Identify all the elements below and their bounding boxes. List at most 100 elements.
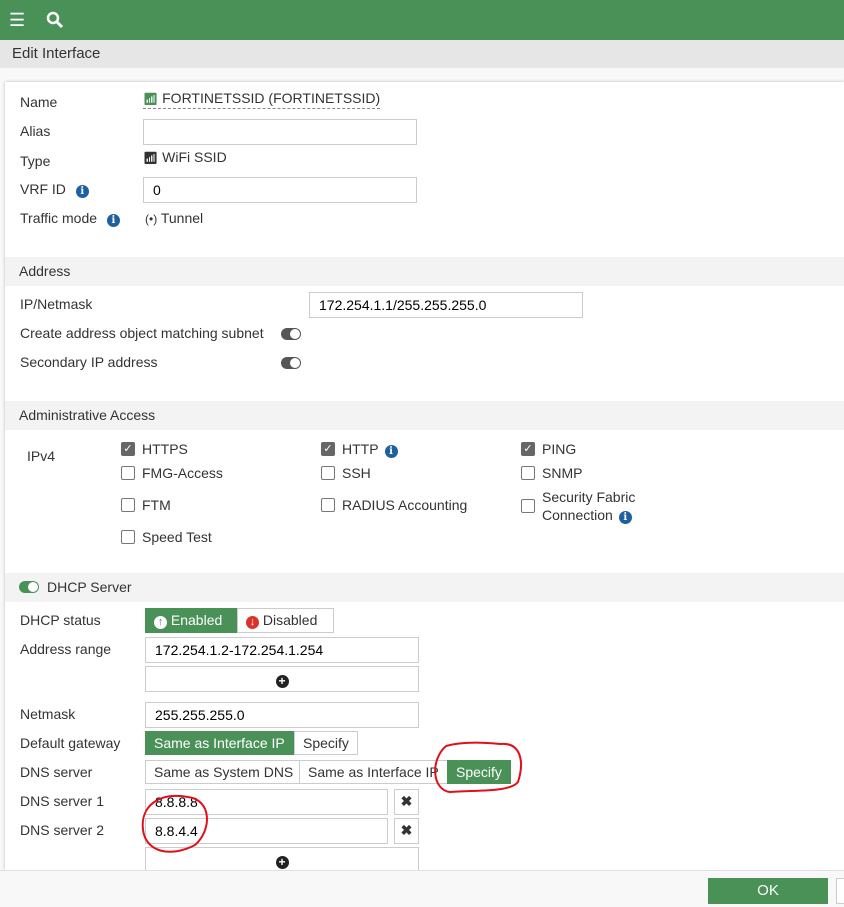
traffic-text: Traffic mode: [20, 210, 98, 226]
dns2-label: DNS server 2: [20, 822, 105, 838]
option-text: Speed Test: [142, 529, 212, 545]
netmask-label: Netmask: [20, 706, 76, 722]
checkbox-speed-test[interactable]: [121, 530, 135, 544]
gateway-specify-button[interactable]: Specify: [294, 731, 358, 755]
create-object-label: Create address object matching subnet: [20, 325, 264, 341]
option-text: HTTP: [342, 441, 379, 457]
gateway-same-button[interactable]: Same as Interface IP: [145, 731, 294, 755]
admin-option-label: FMG-Access: [142, 464, 223, 482]
admin-option-label: Security Fabric Connection i: [542, 488, 635, 524]
option-text: FTM: [142, 497, 171, 513]
add-range-button[interactable]: +: [145, 666, 419, 692]
checkbox-security-fabric[interactable]: [521, 499, 535, 513]
type-label: Type: [20, 153, 51, 169]
gateway-label: Default gateway: [20, 735, 121, 751]
plus-icon: +: [275, 856, 289, 869]
vrf-input[interactable]: [143, 177, 417, 203]
checkbox-snmp[interactable]: [521, 466, 535, 480]
admin-option-label: Speed Test: [142, 528, 212, 546]
option-text: SNMP: [542, 465, 583, 481]
address-range-label: Address range: [20, 641, 112, 657]
secondary-ip-label: Secondary IP address: [20, 354, 158, 370]
menu-icon[interactable]: ☰: [9, 11, 25, 29]
checkbox-https[interactable]: ✓: [121, 442, 135, 456]
dhcp-disabled-button[interactable]: ↓ Disabled: [237, 608, 334, 633]
alias-input[interactable]: [143, 119, 417, 145]
close-icon: ✖: [400, 822, 413, 838]
name-text: FORTINETSSID (FORTINETSSID): [162, 90, 381, 106]
dns-specify-button[interactable]: Specify: [447, 760, 511, 784]
admin-option-label: FTM: [142, 496, 171, 514]
vrf-text: VRF ID: [20, 181, 66, 197]
create-object-toggle[interactable]: [281, 328, 301, 340]
top-bar: ☰: [0, 0, 844, 40]
info-icon[interactable]: i: [384, 445, 398, 458]
dns1-input[interactable]: [145, 789, 388, 815]
dns2-input[interactable]: [145, 818, 388, 844]
ip-netmask-input[interactable]: [309, 292, 583, 318]
type-value: 📶︎ WiFi SSID: [143, 149, 227, 165]
option-text: RADIUS Accounting: [342, 497, 468, 513]
info-icon[interactable]: i: [75, 185, 89, 198]
option-text: FMG-Access: [142, 465, 223, 481]
page-title: Edit Interface: [0, 40, 844, 68]
remove-dns2-button[interactable]: ✖: [394, 818, 419, 844]
dns-interface-button[interactable]: Same as Interface IP: [299, 760, 448, 784]
option-text: SSH: [342, 465, 371, 481]
remove-dns1-button[interactable]: ✖: [394, 789, 419, 815]
disabled-text: Disabled: [262, 612, 318, 628]
cancel-button[interactable]: [836, 878, 844, 904]
ipv4-label: IPv4: [27, 448, 56, 464]
traffic-value: (•) Tunnel: [145, 210, 203, 226]
info-icon[interactable]: i: [106, 214, 120, 227]
option-text: HTTPS: [142, 441, 188, 457]
checkbox-ftm[interactable]: [121, 498, 135, 512]
dhcp-title: DHCP Server: [47, 579, 132, 595]
ip-label: IP/Netmask: [20, 296, 93, 312]
dns1-label: DNS server 1: [20, 793, 105, 809]
footer: OK: [0, 870, 844, 907]
plus-icon: +: [275, 675, 289, 688]
checkbox-fmg-access[interactable]: [121, 466, 135, 480]
traffic-text-value: Tunnel: [160, 210, 204, 226]
arrow-down-icon: ↓: [246, 616, 259, 629]
section-admin-access: Administrative Access: [5, 401, 844, 430]
ok-button[interactable]: OK: [708, 878, 828, 904]
arrow-up-icon: ↑: [154, 616, 167, 629]
broadcast-icon: (•): [145, 212, 158, 226]
admin-option-label: SNMP: [542, 464, 582, 482]
dhcp-enabled-button[interactable]: ↑ Enabled: [145, 608, 237, 633]
search-icon[interactable]: [46, 11, 64, 29]
address-range-input[interactable]: [145, 637, 419, 663]
dhcp-toggle[interactable]: [19, 581, 39, 593]
name-label: Name: [20, 94, 58, 110]
dhcp-status-label: DHCP status: [20, 612, 101, 628]
wifi-icon: 📶︎: [143, 92, 159, 106]
option-text-2: Connection: [542, 507, 613, 523]
checkbox-ping[interactable]: ✓: [521, 442, 535, 456]
secondary-ip-toggle[interactable]: [281, 357, 301, 369]
option-text: Security Fabric: [542, 489, 636, 505]
alias-label: Alias: [20, 123, 51, 139]
vrf-label: VRF ID i: [20, 181, 89, 198]
add-dns-button[interactable]: +: [145, 847, 419, 870]
type-text: WiFi SSID: [162, 149, 227, 165]
admin-option-label: HTTP i: [342, 440, 398, 458]
checkbox-http[interactable]: ✓: [321, 442, 335, 456]
section-dhcp: DHCP Server: [5, 573, 844, 602]
admin-option-label: RADIUS Accounting: [342, 496, 467, 514]
checkbox-radius-accounting[interactable]: [321, 498, 335, 512]
admin-option-label: SSH: [342, 464, 371, 482]
checkbox-ssh[interactable]: [321, 466, 335, 480]
netmask-input[interactable]: [145, 702, 419, 728]
admin-option-label: HTTPS: [142, 440, 188, 458]
wifi-icon: 📶︎: [143, 151, 159, 165]
info-icon[interactable]: i: [618, 511, 632, 524]
name-value: 📶︎ FORTINETSSID (FORTINETSSID): [143, 90, 381, 109]
dns-server-label: DNS server: [20, 764, 93, 780]
close-icon: ✖: [400, 793, 413, 809]
option-text: PING: [542, 441, 577, 457]
dns-system-button[interactable]: Same as System DNS: [145, 760, 303, 784]
enabled-text: Enabled: [170, 612, 223, 628]
section-address: Address: [5, 257, 844, 286]
